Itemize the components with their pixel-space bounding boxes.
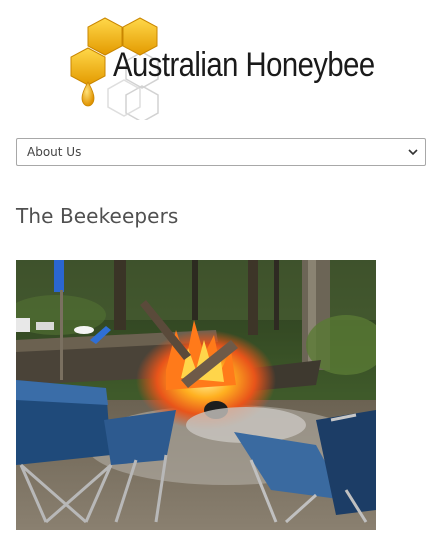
chevron-down-icon xyxy=(408,149,418,156)
nav-select-value: About Us xyxy=(27,145,82,159)
nav-menu-select[interactable]: About Us xyxy=(16,138,426,166)
page-title: The Beekeepers xyxy=(16,204,179,228)
campfire-photo xyxy=(16,260,376,530)
site-logo[interactable]: Australian Honeybee xyxy=(70,16,380,120)
logo-text: Australian Honeybee xyxy=(113,46,375,84)
